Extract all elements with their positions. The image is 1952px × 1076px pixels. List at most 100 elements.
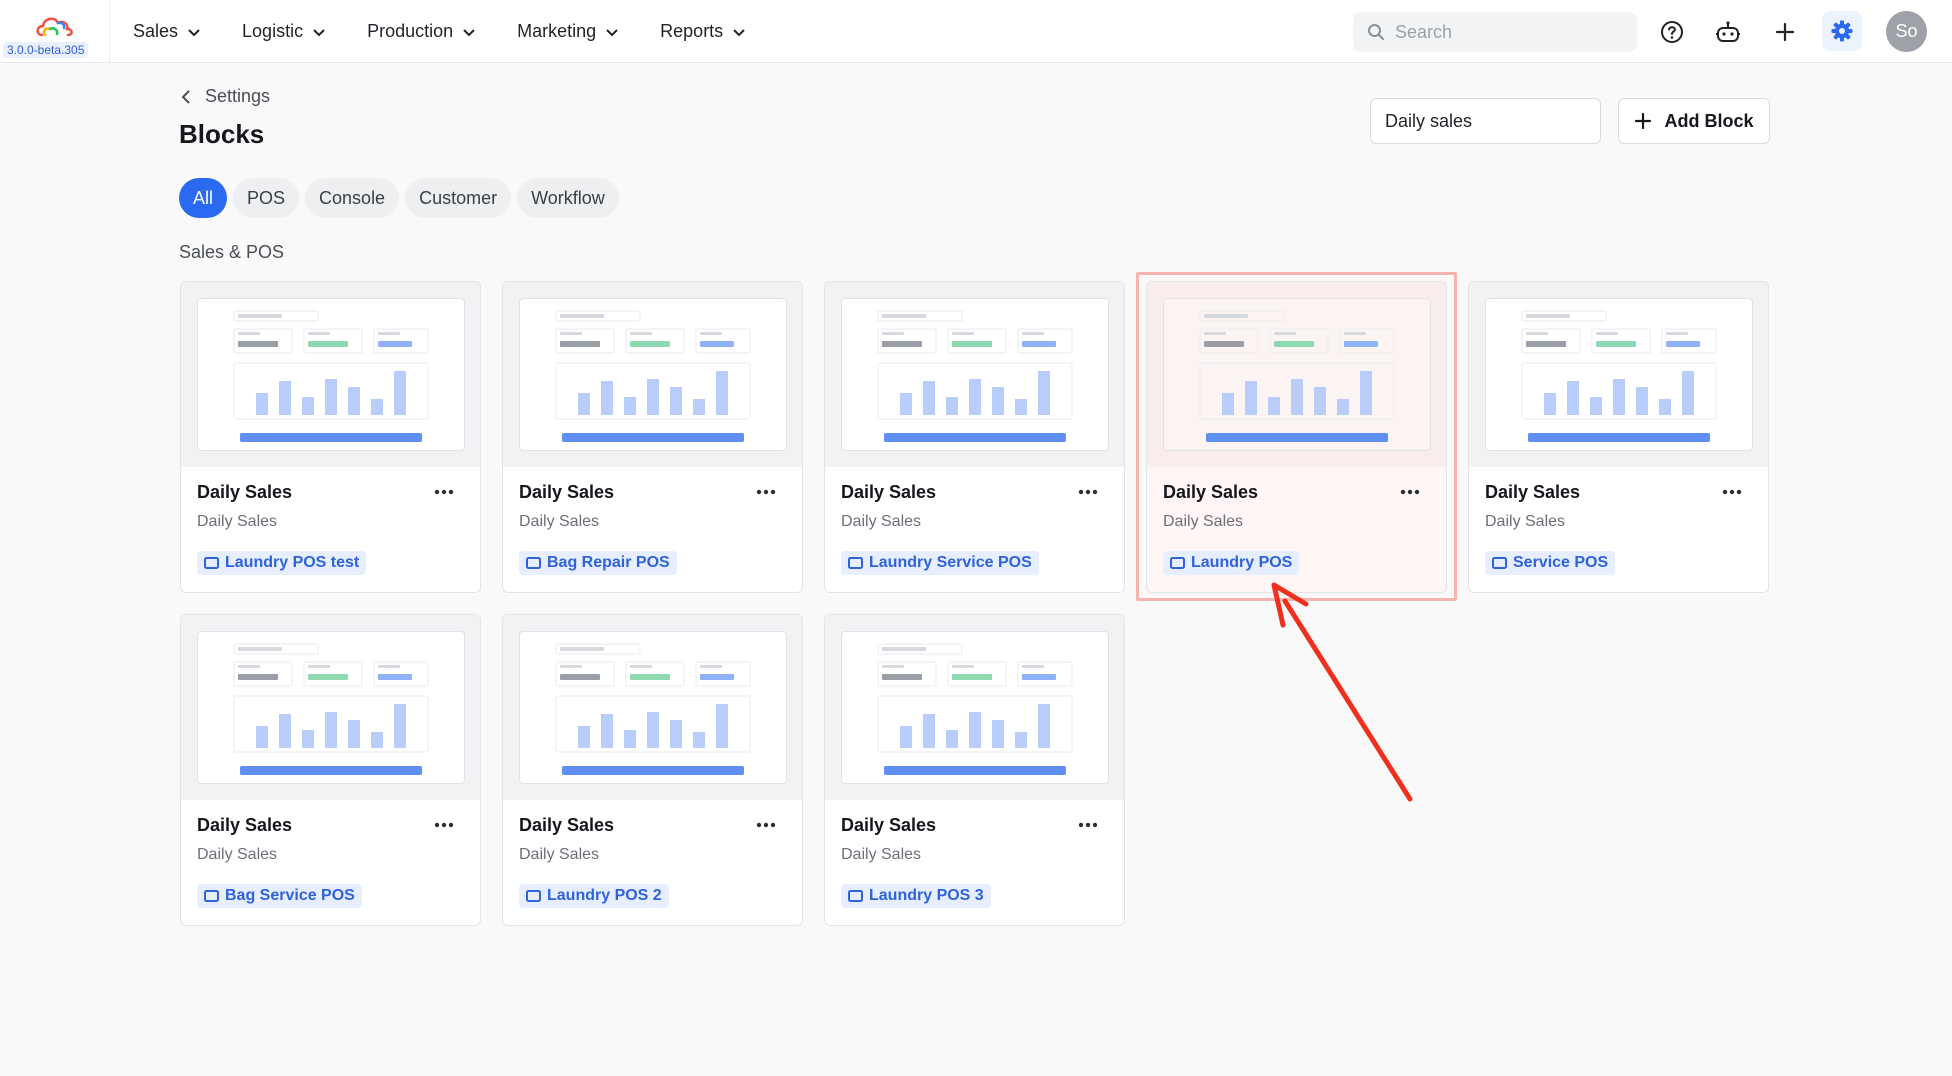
- add-block-button[interactable]: Add Block: [1618, 98, 1770, 144]
- help-circle-icon: [1661, 21, 1683, 43]
- preview-frame: [197, 298, 465, 451]
- breadcrumb[interactable]: Settings: [180, 86, 270, 107]
- card-more-button[interactable]: [753, 482, 779, 502]
- dashboard-preview-image: [555, 310, 751, 442]
- card-title: Daily Sales: [841, 815, 937, 835]
- settings-button[interactable]: [1822, 11, 1862, 51]
- card-subtitle: Daily Sales: [519, 513, 600, 530]
- pos-tag: Laundry POS: [1163, 551, 1300, 575]
- card-more-button[interactable]: [1075, 482, 1101, 502]
- search-input[interactable]: [1395, 21, 1615, 43]
- add-block-label: Add Block: [1664, 110, 1754, 131]
- nav-label: Reports: [660, 21, 724, 41]
- block-card-6[interactable]: Daily Sales Daily Sales Bag Service POS: [180, 614, 481, 926]
- dashboard-preview-image: [877, 310, 1073, 442]
- pos-tag-label: Laundry Service POS: [869, 554, 1032, 571]
- dashboard-preview-image: [555, 643, 751, 775]
- more-dots-icon: [756, 489, 776, 495]
- page-title: Blocks: [179, 119, 265, 149]
- user-avatar[interactable]: So: [1886, 11, 1927, 52]
- card-title: Daily Sales: [519, 482, 615, 502]
- section-title: Sales & POS: [179, 242, 285, 262]
- app-logo[interactable]: 3.0.0-beta.305: [0, 0, 110, 63]
- breadcrumb-label: Settings: [205, 86, 271, 106]
- block-preview: [503, 615, 802, 800]
- block-name-input[interactable]: [1370, 98, 1601, 144]
- pos-tag: Bag Repair POS: [519, 551, 677, 575]
- card-subtitle: Daily Sales: [197, 846, 278, 863]
- create-button[interactable]: [1770, 17, 1800, 47]
- card-subtitle: Daily Sales: [1485, 513, 1566, 530]
- dashboard-preview-image: [233, 643, 429, 775]
- card-more-button[interactable]: [1075, 815, 1101, 835]
- help-button[interactable]: [1657, 17, 1687, 47]
- version-badge: 3.0.0-beta.305: [3, 42, 89, 58]
- pos-tag-label: Laundry POS test: [225, 554, 360, 571]
- card-more-button[interactable]: [431, 482, 457, 502]
- tab-workflow[interactable]: Workflow: [517, 178, 619, 218]
- preview-frame: [841, 631, 1109, 784]
- card-title: Daily Sales: [1485, 482, 1581, 502]
- block-preview: [503, 282, 802, 467]
- search-icon: [1368, 24, 1384, 40]
- cloud-logo-icon: [36, 17, 73, 37]
- chevron-down-icon: [313, 28, 325, 36]
- card-title: Daily Sales: [197, 482, 293, 502]
- card-more-button[interactable]: [1719, 482, 1745, 502]
- chevron-left-icon: [181, 89, 190, 104]
- chevron-down-icon: [606, 28, 618, 36]
- pos-tag: Laundry POS 2: [519, 884, 669, 908]
- dashboard-preview-image: [877, 643, 1073, 775]
- nav-label: Logistic: [242, 21, 304, 41]
- tab-pos[interactable]: POS: [233, 178, 300, 218]
- block-card-3[interactable]: Daily Sales Daily Sales Laundry Service …: [824, 281, 1125, 593]
- top-navigation-bar: 3.0.0-beta.305 Sales Logistic Production…: [0, 0, 1952, 63]
- nav-logistic[interactable]: Logistic: [242, 21, 326, 42]
- block-card-5[interactable]: Daily Sales Daily Sales Service POS: [1468, 281, 1769, 593]
- pos-device-icon: [1492, 557, 1507, 569]
- chevron-down-icon: [733, 28, 745, 36]
- tab-customer[interactable]: Customer: [405, 178, 512, 218]
- card-more-button[interactable]: [753, 815, 779, 835]
- card-title: Daily Sales: [841, 482, 937, 502]
- main-nav: Sales Logistic Production Marketing Repo…: [133, 0, 787, 63]
- tab-all[interactable]: All: [179, 178, 228, 218]
- more-dots-icon: [434, 822, 454, 828]
- pos-device-icon: [204, 890, 219, 902]
- tab-console[interactable]: Console: [305, 178, 400, 218]
- pos-tag-label: Laundry POS: [1191, 554, 1293, 571]
- card-title: Daily Sales: [197, 815, 293, 835]
- card-title: Daily Sales: [519, 815, 615, 835]
- block-preview: [825, 282, 1124, 467]
- block-preview: [1147, 282, 1446, 467]
- assistant-button[interactable]: [1713, 17, 1743, 47]
- pos-device-icon: [848, 557, 863, 569]
- nav-marketing[interactable]: Marketing: [517, 21, 619, 42]
- chevron-down-icon: [463, 28, 475, 36]
- block-card-7[interactable]: Daily Sales Daily Sales Laundry POS 2: [502, 614, 803, 926]
- card-more-button[interactable]: [431, 815, 457, 835]
- search-box: [1353, 12, 1637, 52]
- gear-icon: [1831, 20, 1853, 42]
- more-dots-icon: [1078, 489, 1098, 495]
- block-preview: [1469, 282, 1768, 467]
- preview-frame: [197, 631, 465, 784]
- pos-tag-label: Laundry POS 3: [869, 887, 984, 904]
- chevron-down-icon: [188, 28, 200, 36]
- pos-tag: Laundry Service POS: [841, 551, 1039, 575]
- nav-reports[interactable]: Reports: [660, 21, 746, 42]
- block-preview: [825, 615, 1124, 800]
- block-card-1[interactable]: Daily Sales Daily Sales Laundry POS test: [180, 281, 481, 593]
- preview-frame: [1163, 298, 1431, 451]
- nav-sales[interactable]: Sales: [133, 21, 201, 42]
- more-dots-icon: [434, 489, 454, 495]
- block-card-2[interactable]: Daily Sales Daily Sales Bag Repair POS: [502, 281, 803, 593]
- nav-production[interactable]: Production: [367, 21, 476, 42]
- preview-frame: [519, 298, 787, 451]
- card-subtitle: Daily Sales: [841, 846, 922, 863]
- block-card-4[interactable]: Daily Sales Daily Sales Laundry POS: [1146, 281, 1447, 593]
- plus-icon: [1635, 112, 1652, 130]
- nav-label: Sales: [133, 21, 179, 41]
- block-card-8[interactable]: Daily Sales Daily Sales Laundry POS 3: [824, 614, 1125, 926]
- card-more-button[interactable]: [1397, 482, 1423, 502]
